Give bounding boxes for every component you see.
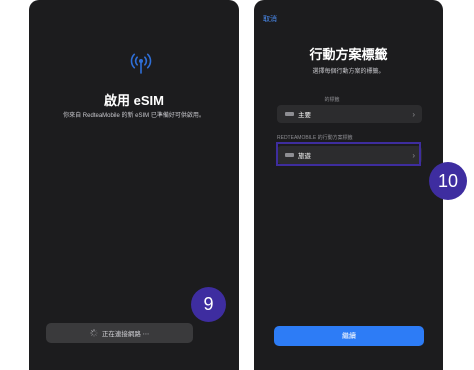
spinner-icon (90, 329, 98, 337)
plan-labels-subtitle: 選擇每個行動方案的標籤。 (312, 69, 385, 75)
primary-section-label: 的標籤 (324, 97, 340, 103)
step-badge-10: 10 (429, 162, 467, 200)
phone-screen-plan-labels: 取消 行動方案標籤 選擇每個行動方案的標籤。 的標籤 主要 › REDTEAMO… (254, 0, 443, 370)
activate-esim-title: 啟用 eSIM (104, 93, 164, 108)
plan-labels-title: 行動方案標籤 (309, 47, 388, 62)
continue-button[interactable]: 繼續 (274, 326, 424, 346)
plan-row-primary[interactable]: 主要 › (277, 105, 422, 123)
activate-esim-description: 你來自 RedteaMobile 的新 eSIM 已準備好可供啟用。 (63, 113, 205, 119)
plan-row-primary-label: 主要 (298, 112, 311, 119)
connecting-network-button[interactable]: 正在連接網路 ⋯ (46, 323, 193, 343)
highlight-frame (276, 142, 421, 166)
cancel-button[interactable]: 取消 (263, 14, 277, 24)
chevron-right-icon: › (412, 109, 415, 119)
antenna-signal-icon (130, 53, 152, 74)
step-badge-9: 9 (191, 287, 226, 322)
redtea-section-label: REDTEAMOBILE 的行動方案標籤 (277, 135, 353, 141)
connecting-network-label: 正在連接網路 ⋯ (101, 331, 150, 338)
sim-tag-icon (285, 112, 294, 116)
